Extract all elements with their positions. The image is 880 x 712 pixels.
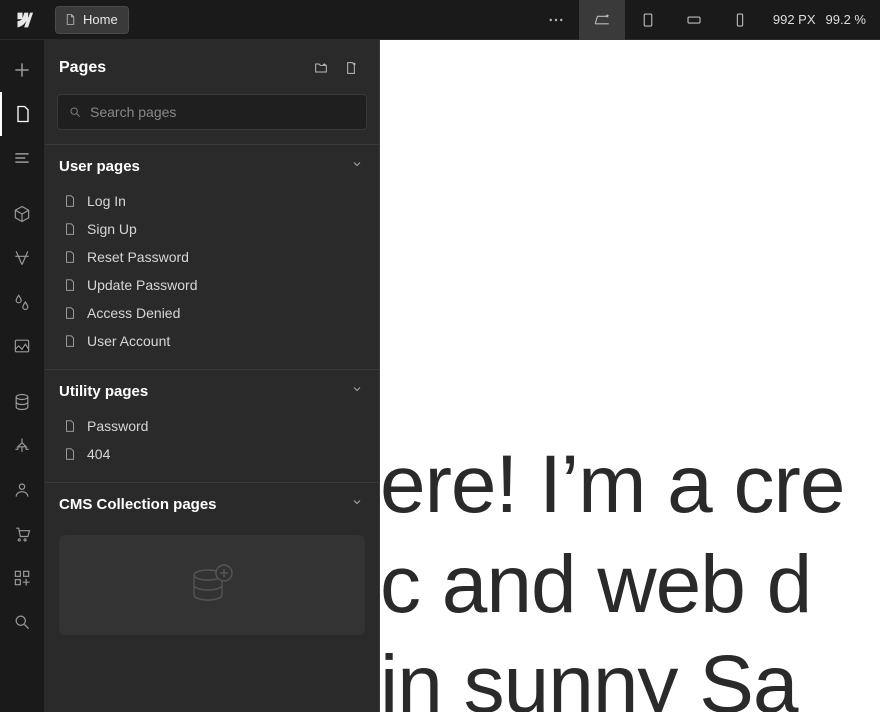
app-logo[interactable]: [0, 0, 45, 40]
page-label: Sign Up: [87, 221, 137, 237]
page-item-update-password[interactable]: Update Password: [45, 271, 379, 299]
page-item-login[interactable]: Log In: [45, 187, 379, 215]
section-utility-pages[interactable]: Utility pages: [45, 369, 379, 410]
user-pages-list: Log In Sign Up Reset Password Update Pas…: [45, 185, 379, 369]
cube-icon: [12, 204, 32, 224]
rail-variables-button[interactable]: [0, 236, 45, 280]
section-title: CMS Collection pages: [59, 496, 351, 513]
search-icon: [12, 612, 32, 632]
breakpoint-landscape-button[interactable]: [671, 0, 717, 40]
page-icon: [13, 104, 33, 124]
page-icon: [63, 278, 77, 292]
page-label: Reset Password: [87, 249, 189, 265]
rail-ecommerce-button[interactable]: [0, 512, 45, 556]
rail-add-button[interactable]: [0, 48, 45, 92]
cms-empty-state[interactable]: [59, 535, 365, 635]
users-icon: [12, 480, 32, 500]
section-title: Utility pages: [59, 383, 351, 400]
utility-pages-list: Password 404: [45, 410, 379, 482]
more-menu-button[interactable]: [533, 0, 579, 40]
page-label: Password: [87, 418, 148, 434]
page-icon: [63, 447, 77, 461]
droplets-icon: [12, 292, 32, 312]
mobile-portrait-icon: [731, 11, 749, 29]
new-folder-button[interactable]: [309, 56, 333, 80]
logic-icon: [12, 436, 32, 456]
canvas-line-2: c and web d: [380, 535, 880, 635]
breakpoint-base-button[interactable]: [579, 0, 625, 40]
database-icon: [12, 392, 32, 412]
page-icon: [64, 13, 77, 26]
breakpoint-tablet-button[interactable]: [625, 0, 671, 40]
variables-icon: [12, 248, 32, 268]
page-icon: [63, 222, 77, 236]
rail-assets-button[interactable]: [0, 324, 45, 368]
breadcrumb-home[interactable]: Home: [55, 6, 129, 34]
canvas[interactable]: ere! I’m a cre c and web d in sunny Sa: [380, 40, 880, 712]
rail-apps-button[interactable]: [0, 556, 45, 600]
page-icon: [63, 250, 77, 264]
section-title: User pages: [59, 158, 351, 175]
viewport-width[interactable]: 992 PX: [773, 12, 816, 27]
page-item-access-denied[interactable]: Access Denied: [45, 299, 379, 327]
chevron-down-icon: [351, 157, 363, 175]
page-label: 404: [87, 446, 110, 462]
new-page-button[interactable]: [339, 56, 363, 80]
webflow-logo-icon: [12, 9, 34, 31]
page-label: Access Denied: [87, 305, 180, 321]
rail-pages-button[interactable]: [0, 92, 45, 136]
search-input[interactable]: [90, 104, 356, 120]
chevron-down-icon: [351, 382, 363, 400]
plus-icon: [12, 60, 32, 80]
rail-logic-button[interactable]: [0, 424, 45, 468]
page-label: Update Password: [87, 277, 198, 293]
page-icon: [63, 419, 77, 433]
image-icon: [12, 336, 32, 356]
database-plus-icon: [184, 557, 240, 613]
search-pages[interactable]: [57, 94, 367, 130]
rail-cms-button[interactable]: [0, 380, 45, 424]
tablet-icon: [639, 11, 657, 29]
page-plus-icon: [343, 60, 359, 76]
apps-icon: [12, 568, 32, 588]
cart-icon: [12, 524, 32, 544]
section-user-pages[interactable]: User pages: [45, 144, 379, 185]
panel-title: Pages: [59, 59, 303, 77]
pages-panel: Pages User pages Log In Sign Up Reset Pa…: [45, 40, 380, 712]
rail-search-button[interactable]: [0, 600, 45, 644]
page-icon: [63, 334, 77, 348]
page-item-signup[interactable]: Sign Up: [45, 215, 379, 243]
mobile-landscape-icon: [685, 11, 703, 29]
navigator-icon: [12, 148, 32, 168]
section-cms-pages[interactable]: CMS Collection pages: [45, 482, 379, 523]
rail-navigator-button[interactable]: [0, 136, 45, 180]
canvas-heading[interactable]: ere! I’m a cre c and web d in sunny Sa: [380, 435, 880, 712]
breakpoint-mobile-button[interactable]: [717, 0, 763, 40]
canvas-line-1: ere! I’m a cre: [380, 435, 880, 535]
topbar: Home 992 PX 99.2 %: [0, 0, 880, 40]
page-label: Log In: [87, 193, 126, 209]
canvas-line-3: in sunny Sa: [380, 635, 880, 712]
page-item-user-account[interactable]: User Account: [45, 327, 379, 355]
page-item-404[interactable]: 404: [45, 440, 379, 468]
page-item-password[interactable]: Password: [45, 412, 379, 440]
viewport-zoom[interactable]: 99.2 %: [826, 12, 866, 27]
page-label: User Account: [87, 333, 170, 349]
page-item-reset-password[interactable]: Reset Password: [45, 243, 379, 271]
desktop-star-icon: [593, 11, 611, 29]
page-icon: [63, 194, 77, 208]
chevron-down-icon: [351, 495, 363, 513]
rail-styles-button[interactable]: [0, 280, 45, 324]
rail-components-button[interactable]: [0, 192, 45, 236]
breadcrumb-label: Home: [83, 12, 118, 27]
rail-users-button[interactable]: [0, 468, 45, 512]
left-rail: [0, 40, 45, 712]
folder-plus-icon: [313, 60, 329, 76]
search-icon: [68, 105, 82, 119]
page-icon: [63, 306, 77, 320]
ellipsis-icon: [547, 11, 565, 29]
viewport-info: 992 PX 99.2 %: [763, 12, 880, 27]
